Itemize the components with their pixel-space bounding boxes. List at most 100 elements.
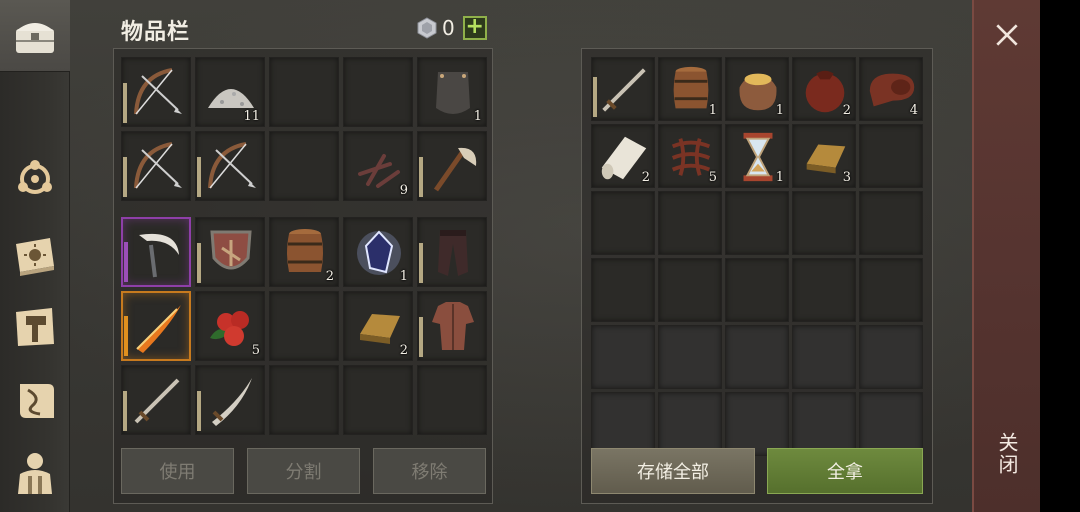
item-slot[interactable] bbox=[269, 291, 339, 361]
item-slot[interactable] bbox=[859, 191, 923, 255]
item-slot[interactable]: 3 bbox=[792, 124, 856, 188]
item-slot[interactable] bbox=[658, 392, 722, 456]
item-slot[interactable] bbox=[195, 217, 265, 287]
item-slot[interactable] bbox=[121, 217, 191, 287]
item-quantity: 1 bbox=[775, 103, 784, 118]
use-button[interactable]: 使用 bbox=[121, 448, 234, 494]
item-slot[interactable] bbox=[859, 325, 923, 389]
item-slot[interactable] bbox=[591, 325, 655, 389]
item-slot[interactable] bbox=[658, 258, 722, 322]
item-slot[interactable] bbox=[121, 365, 191, 435]
item-slot[interactable]: 1 bbox=[725, 57, 789, 121]
item-slot[interactable] bbox=[195, 131, 265, 201]
character-icon[interactable] bbox=[8, 446, 62, 500]
item-slot[interactable] bbox=[792, 258, 856, 322]
item-quantity: 2 bbox=[399, 343, 408, 358]
item-slot[interactable] bbox=[121, 291, 191, 361]
item-quantity: 5 bbox=[708, 170, 717, 185]
quest-scroll-icon[interactable] bbox=[8, 374, 62, 428]
item-quantity: 1 bbox=[473, 109, 482, 124]
item-slot[interactable]: 1 bbox=[417, 57, 487, 127]
item-slot[interactable] bbox=[417, 291, 487, 361]
remove-button[interactable]: 移除 bbox=[373, 448, 486, 494]
scythe-icon bbox=[129, 225, 187, 283]
item-slot[interactable] bbox=[859, 258, 923, 322]
durability-bar bbox=[123, 157, 127, 197]
sidebar bbox=[0, 0, 70, 512]
add-currency-button[interactable]: + bbox=[462, 16, 487, 40]
item-slot[interactable]: 5 bbox=[195, 291, 265, 361]
item-quantity: 11 bbox=[243, 109, 260, 124]
item-slot[interactable]: 5 bbox=[658, 124, 722, 188]
crafting-icon[interactable] bbox=[8, 152, 62, 206]
item-slot[interactable] bbox=[658, 191, 722, 255]
item-slot[interactable] bbox=[792, 191, 856, 255]
item-slot[interactable] bbox=[343, 365, 413, 435]
shield-icon bbox=[202, 224, 260, 282]
item-slot[interactable] bbox=[269, 365, 339, 435]
item-slot[interactable]: 1 bbox=[343, 217, 413, 287]
item-slot[interactable] bbox=[417, 131, 487, 201]
item-slot[interactable] bbox=[591, 191, 655, 255]
item-slot[interactable]: 1 bbox=[725, 124, 789, 188]
item-slot[interactable] bbox=[591, 258, 655, 322]
item-quantity: 3 bbox=[842, 170, 851, 185]
durability-bar bbox=[124, 242, 128, 282]
durability-bar bbox=[419, 317, 423, 357]
durability-bar bbox=[419, 157, 423, 197]
item-slot[interactable]: 4 bbox=[859, 57, 923, 121]
item-slot[interactable]: 11 bbox=[195, 57, 265, 127]
durability-bar bbox=[124, 316, 128, 356]
flame-sword-icon bbox=[129, 299, 187, 357]
build-hammer-icon[interactable] bbox=[8, 300, 62, 354]
item-quantity: 1 bbox=[775, 170, 784, 185]
close-label[interactable]: 关闭 bbox=[994, 432, 1022, 476]
item-slot[interactable]: 2 bbox=[792, 57, 856, 121]
item-slot[interactable] bbox=[792, 325, 856, 389]
close-icon[interactable] bbox=[990, 18, 1024, 52]
inventory-title: 物品栏 bbox=[121, 20, 191, 45]
armor-icon bbox=[424, 298, 482, 356]
item-quantity: 2 bbox=[325, 269, 334, 284]
store-all-button[interactable]: 存储全部 bbox=[591, 448, 755, 494]
item-slot[interactable] bbox=[591, 57, 655, 121]
item-slot[interactable] bbox=[792, 392, 856, 456]
item-slot[interactable] bbox=[269, 131, 339, 201]
item-slot[interactable] bbox=[269, 57, 339, 127]
item-slot[interactable] bbox=[859, 392, 923, 456]
item-quantity: 2 bbox=[641, 170, 650, 185]
chest-icon[interactable] bbox=[8, 9, 62, 63]
item-slot[interactable] bbox=[725, 258, 789, 322]
durability-bar bbox=[197, 243, 201, 283]
item-slot[interactable] bbox=[121, 57, 191, 127]
bow-icon bbox=[202, 138, 260, 196]
item-slot[interactable]: 9 bbox=[343, 131, 413, 201]
item-slot[interactable] bbox=[725, 325, 789, 389]
item-slot[interactable] bbox=[725, 392, 789, 456]
item-slot[interactable] bbox=[658, 325, 722, 389]
inventory-grid-bottom: 2 1 5 2 bbox=[121, 217, 487, 435]
item-slot[interactable] bbox=[343, 57, 413, 127]
item-slot[interactable] bbox=[417, 365, 487, 435]
bow-icon bbox=[128, 138, 186, 196]
item-slot[interactable] bbox=[859, 124, 923, 188]
item-slot[interactable] bbox=[591, 392, 655, 456]
item-quantity: 9 bbox=[399, 183, 408, 198]
gem-icon bbox=[417, 17, 437, 39]
sword-icon bbox=[128, 372, 186, 430]
durability-bar bbox=[419, 243, 423, 283]
pants-icon bbox=[424, 224, 482, 282]
skills-book-icon[interactable] bbox=[8, 228, 62, 282]
item-slot[interactable]: 2 bbox=[269, 217, 339, 287]
split-button[interactable]: 分割 bbox=[247, 448, 360, 494]
item-slot[interactable] bbox=[195, 365, 265, 435]
item-slot[interactable]: 2 bbox=[591, 124, 655, 188]
item-slot[interactable] bbox=[121, 131, 191, 201]
item-slot[interactable]: 2 bbox=[343, 291, 413, 361]
currency-value: 0 bbox=[442, 16, 455, 40]
item-slot[interactable] bbox=[725, 191, 789, 255]
axe-icon bbox=[424, 138, 482, 196]
item-slot[interactable]: 1 bbox=[658, 57, 722, 121]
item-slot[interactable] bbox=[417, 217, 487, 287]
take-all-button[interactable]: 全拿 bbox=[767, 448, 923, 494]
